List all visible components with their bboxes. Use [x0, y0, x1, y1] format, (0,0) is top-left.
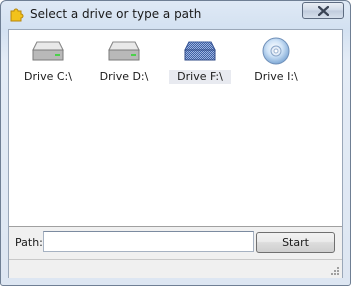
drive-item-d[interactable]: Drive D:\: [93, 34, 155, 90]
drive-label: Drive F:\: [169, 70, 231, 84]
removable-drive-icon: [183, 36, 217, 66]
status-bar: [9, 259, 342, 278]
hard-drive-icon: [107, 36, 141, 66]
window-title: Select a drive or type a path: [30, 7, 202, 21]
drive-item-f[interactable]: Drive F:\: [169, 34, 231, 90]
start-button[interactable]: Start: [256, 232, 335, 253]
resize-grip-icon[interactable]: [330, 266, 340, 276]
close-button[interactable]: [302, 2, 344, 19]
drive-label: Drive C:\: [24, 70, 72, 83]
title-bar[interactable]: Select a drive or type a path: [1, 1, 350, 28]
cd-drive-icon: [259, 36, 293, 66]
drive-list[interactable]: Drive C:\ Drive D:\ Drive F:\ Drive I:\: [9, 30, 342, 227]
hard-drive-icon: [31, 36, 65, 66]
drive-item-c[interactable]: Drive C:\: [17, 34, 79, 90]
drive-item-i[interactable]: Drive I:\: [245, 34, 307, 90]
puzzle-icon: [9, 6, 25, 22]
dialog-window: Select a drive or type a path Drive C:\: [0, 0, 351, 286]
path-input[interactable]: [43, 231, 254, 252]
drive-label: Drive D:\: [99, 70, 149, 83]
close-icon: [318, 6, 329, 16]
path-label: Path:: [15, 236, 43, 249]
drive-label: Drive I:\: [254, 70, 298, 83]
dialog-client-area: Drive C:\ Drive D:\ Drive F:\ Drive I:\ …: [8, 29, 343, 278]
